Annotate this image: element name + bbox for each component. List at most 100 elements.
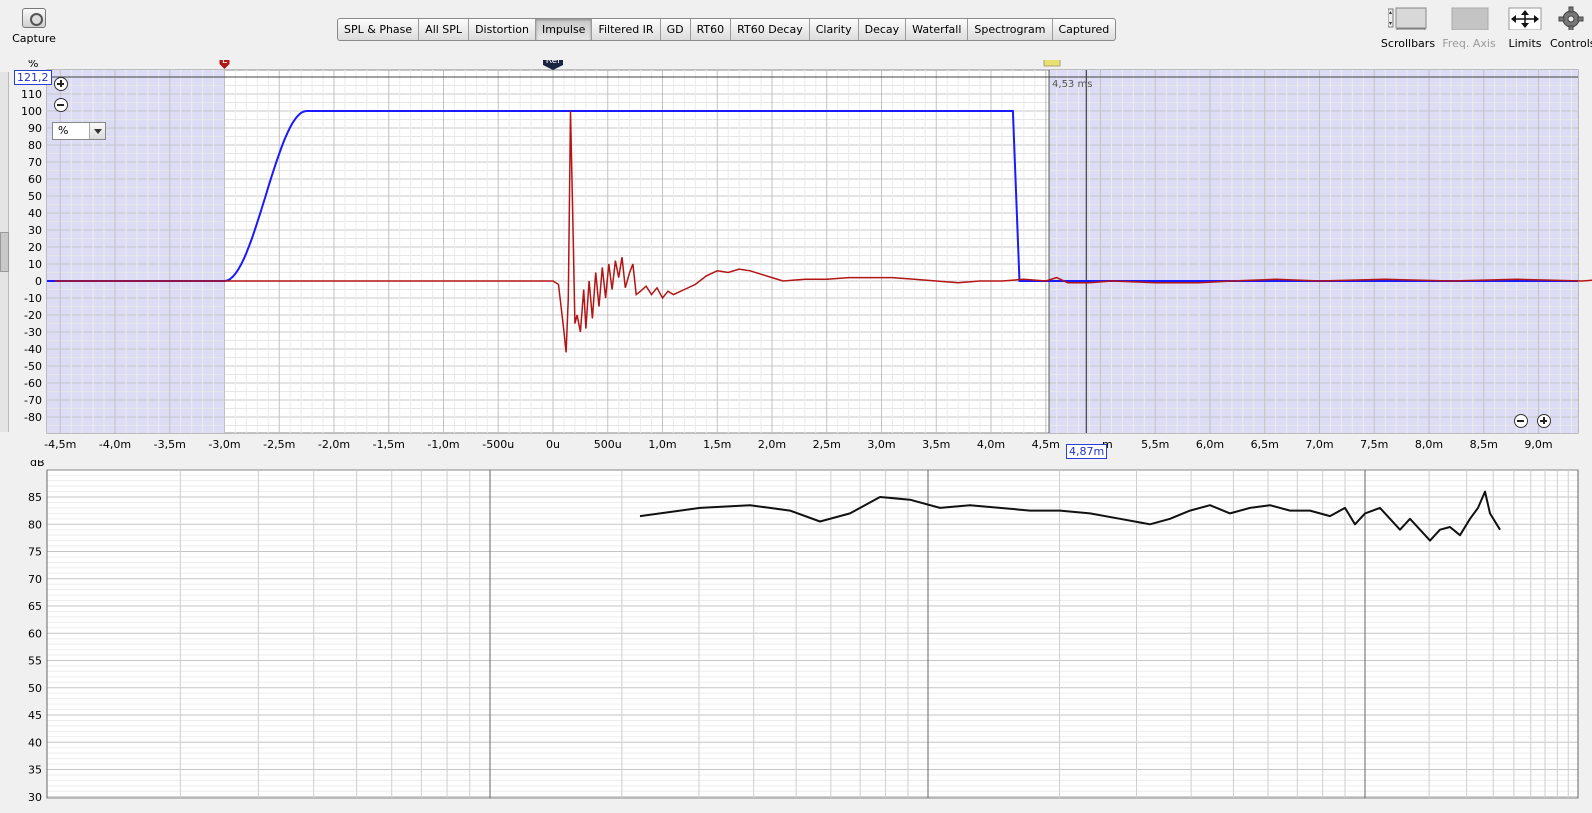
frequency-axis-labels: 85 80 75 70 65 60 55 50 45 40 35 30 dB xyxy=(28,460,45,804)
y-tick-label: 75 xyxy=(28,546,42,559)
y-unit-label: % xyxy=(28,60,38,70)
y-tick-label: -20 xyxy=(24,309,42,322)
controls-label: Controls xyxy=(1550,37,1592,50)
y-tick-label: 80 xyxy=(28,139,42,152)
y-tick-label: 80 xyxy=(28,518,42,531)
impulse-grid xyxy=(46,69,1579,434)
scrollbars-button[interactable]: Scrollbars xyxy=(1380,6,1436,50)
x-tick-label: 3,0m xyxy=(867,438,895,451)
freq-axis-button[interactable]: Freq. Axis xyxy=(1440,6,1498,50)
camera-icon xyxy=(22,8,46,28)
y-tick-label: 100 xyxy=(21,105,42,118)
tab-captured[interactable]: Captured xyxy=(1053,19,1116,40)
capture-label: Capture xyxy=(12,32,56,45)
x-tick-label: -500u xyxy=(482,438,514,451)
y-unit-select-value: % xyxy=(58,124,69,137)
x-tick-label: 1,0m xyxy=(648,438,676,451)
controls-button[interactable]: Controls xyxy=(1550,6,1592,50)
y-tick-label: 45 xyxy=(28,709,42,722)
y-tick-label: -40 xyxy=(24,343,42,356)
y-tick-label: 60 xyxy=(28,627,42,640)
x-tick-label: 3,5m xyxy=(922,438,950,451)
x-tick-label: -2,5m xyxy=(263,438,295,451)
impulse-graph[interactable]: 1101009080706050403020100-10-20-30-40-50… xyxy=(0,60,1592,455)
x-tick-label: 500u xyxy=(594,438,622,451)
scrollbars-icon xyxy=(1387,7,1427,33)
zoom-in-y-button[interactable] xyxy=(54,77,68,91)
y-tick-label: 35 xyxy=(28,764,42,777)
limits-arrows-icon xyxy=(1508,7,1542,31)
x-tick-label: 7,5m xyxy=(1360,438,1388,451)
x-tick-label: 8,0m xyxy=(1415,438,1443,451)
x-tick-label: -1,0m xyxy=(427,438,459,451)
y-tick-label: -80 xyxy=(24,411,42,424)
y-tick-label: 85 xyxy=(28,491,42,504)
x-tick-label: 8,5m xyxy=(1470,438,1498,451)
window-end-label: 4,53 ms xyxy=(1052,79,1092,90)
y-tick-label: 30 xyxy=(28,224,42,237)
tab-decay[interactable]: Decay xyxy=(859,19,907,40)
zoom-out-y-button[interactable] xyxy=(54,98,68,112)
x-cursor-readout[interactable]: 4,87m xyxy=(1066,444,1108,459)
tab-rt60[interactable]: RT60 xyxy=(691,19,732,40)
y-tick-label: 55 xyxy=(28,655,42,668)
y-tick-label: 0 xyxy=(35,275,42,288)
tab-spl-phase[interactable]: SPL & Phase xyxy=(338,19,420,40)
y-tick-label: 65 xyxy=(28,600,42,613)
y-tick-label: 70 xyxy=(28,573,42,586)
x-tick-label: 2,0m xyxy=(758,438,786,451)
x-tick-label: 9,0m xyxy=(1524,438,1552,451)
y-tick-label: 40 xyxy=(28,207,42,220)
chevron-down-icon xyxy=(89,123,105,139)
y-tick-label: 30 xyxy=(28,791,42,804)
scrollbars-label: Scrollbars xyxy=(1380,37,1436,50)
y-tick-label: -60 xyxy=(24,377,42,390)
x-tick-label: -1,5m xyxy=(373,438,405,451)
y-tick-label: 110 xyxy=(21,88,42,101)
tab-filtered-ir[interactable]: Filtered IR xyxy=(592,19,661,40)
y-tick-label: 60 xyxy=(28,173,42,186)
y-tick-label: 20 xyxy=(28,241,42,254)
tab-all-spl[interactable]: All SPL xyxy=(419,19,470,40)
tab-distortion[interactable]: Distortion xyxy=(469,19,536,40)
y-tick-label: 90 xyxy=(28,122,42,135)
graph-tabs: SPL & Phase All SPL Distortion Impulse Filte… xyxy=(337,18,1117,41)
x-tick-label: -3,5m xyxy=(154,438,186,451)
x-tick-label: 2,5m xyxy=(813,438,841,451)
y-tick-label: -50 xyxy=(24,360,42,373)
x-tick-label: 4,0m xyxy=(977,438,1005,451)
y-tick-label: -70 xyxy=(24,394,42,407)
x-tick-label: 7,0m xyxy=(1305,438,1333,451)
y-tick-label: 50 xyxy=(28,682,42,695)
tab-clarity[interactable]: Clarity xyxy=(810,19,859,40)
zoom-out-x-button[interactable] xyxy=(1514,414,1528,428)
capture-button[interactable]: Capture xyxy=(8,6,60,50)
y-unit-select[interactable]: % xyxy=(52,122,106,140)
left-marker-label: L xyxy=(222,60,227,66)
x-tick-label: 0u xyxy=(546,438,560,451)
ref-marker-label: Ref xyxy=(546,60,561,66)
gear-icon xyxy=(1558,6,1584,32)
frequency-response-graph[interactable]: 85 80 75 70 65 60 55 50 45 40 35 30 dB xyxy=(0,460,1592,813)
x-tick-label: 4,5m xyxy=(1032,438,1060,451)
x-tick-label: -3,0m xyxy=(208,438,240,451)
y-tick-label: -10 xyxy=(24,292,42,305)
tab-spectrogram[interactable]: Spectrogram xyxy=(968,19,1053,40)
limits-label: Limits xyxy=(1508,37,1542,50)
y-tick-label: 70 xyxy=(28,156,42,169)
tab-gd[interactable]: GD xyxy=(661,19,691,40)
y-top-readout[interactable]: 121,2 xyxy=(14,70,52,85)
right-window-shade xyxy=(1049,70,1578,433)
x-tick-label: 6,5m xyxy=(1251,438,1279,451)
window-marker-handle xyxy=(1043,60,1061,67)
y-tick-label: -30 xyxy=(24,326,42,339)
x-tick-label: -4,0m xyxy=(99,438,131,451)
zoom-in-x-button[interactable] xyxy=(1537,414,1551,428)
tab-impulse[interactable]: Impulse xyxy=(535,19,593,40)
limits-button[interactable]: Limits xyxy=(1502,6,1548,50)
tab-rt60-decay[interactable]: RT60 Decay xyxy=(731,19,810,40)
y-unit-label: dB xyxy=(30,460,45,469)
tab-waterfall[interactable]: Waterfall xyxy=(906,19,969,40)
freq-axis-label: Freq. Axis xyxy=(1442,37,1496,50)
x-tick-label: 1,5m xyxy=(703,438,731,451)
